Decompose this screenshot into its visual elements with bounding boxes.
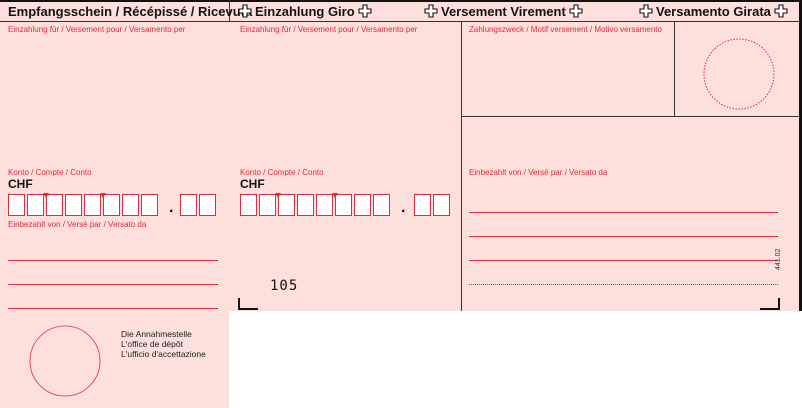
payment-account-label: Konto / Compte / Conto <box>240 168 324 177</box>
payment-title-de: Einzahlung Giro <box>238 0 372 22</box>
receipt-account-label: Konto / Compte / Conto <box>8 168 92 177</box>
form-number: 441.02 <box>775 248 782 270</box>
receipt-paid-by-line-1[interactable] <box>8 260 218 261</box>
decimal-point: . <box>401 199 406 216</box>
receipt-currency: CHF <box>8 177 33 191</box>
receipt-payable-to-label: Einzahlung für / Versement pour / Versam… <box>8 25 186 34</box>
swiss-cross-icon <box>238 4 252 18</box>
payment-title-fr-text: Versement Virement <box>441 3 566 19</box>
purpose-stamp-divider <box>674 22 675 117</box>
payment-paid-by-label: Einbezahlt von / Versé par / Versato da <box>469 168 608 177</box>
payment-paid-by-line-1[interactable] <box>469 212 778 213</box>
decimal-point: . <box>169 199 174 216</box>
payment-title-fr: Versement Virement <box>424 0 583 22</box>
purpose-bottom-rule <box>461 116 802 117</box>
payment-paid-by-line-2[interactable] <box>469 236 778 237</box>
payment-stamp-circle <box>703 38 775 110</box>
swiss-cross-icon <box>774 4 788 18</box>
payment-paid-by-line-3[interactable] <box>469 260 778 261</box>
digit-group-marker <box>275 193 281 198</box>
acceptance-office-de: Die Annahmestelle <box>121 329 192 339</box>
swiss-cross-icon <box>358 4 372 18</box>
swiss-cross-icon <box>424 4 438 18</box>
receipt-paid-by-line-2[interactable] <box>8 284 218 285</box>
acceptance-office-it: L'ufficio d'accettazione <box>121 349 206 359</box>
payment-right-divider <box>461 22 462 311</box>
form-code: 105 <box>270 278 299 294</box>
payment-payable-to-label: Einzahlung für / Versement pour / Versam… <box>240 25 418 34</box>
swiss-cross-icon <box>569 4 583 18</box>
payment-paid-by-line-4[interactable] <box>469 284 778 285</box>
receipt-title: Empfangsschein / Récépissé / Ricevuta <box>8 3 253 19</box>
acceptance-office: Die Annahmestelle L'office de dépôt L'uf… <box>121 329 206 359</box>
corner-mark-left <box>238 298 258 310</box>
acceptance-office-fr: L'office de dépôt <box>121 339 183 349</box>
payment-title-it: Versamento Girata <box>639 0 788 22</box>
digit-group-marker <box>43 193 49 198</box>
payment-purpose-label: Zahlungszweck / Motif versement / Motivo… <box>469 25 662 34</box>
receipt-paid-by-label: Einbezahlt von / Versé par / Versato da <box>8 220 147 229</box>
swiss-cross-icon <box>639 4 653 18</box>
digit-group-marker <box>332 193 338 198</box>
payment-title-it-text: Versamento Girata <box>656 3 771 19</box>
payment-title-de-text: Einzahlung Giro <box>255 3 355 19</box>
digit-group-marker <box>100 193 106 198</box>
receipt-paid-by-line-3[interactable] <box>8 308 218 309</box>
corner-mark-right <box>760 298 780 310</box>
payment-currency: CHF <box>240 177 265 191</box>
receipt-stamp-circle <box>29 325 101 397</box>
